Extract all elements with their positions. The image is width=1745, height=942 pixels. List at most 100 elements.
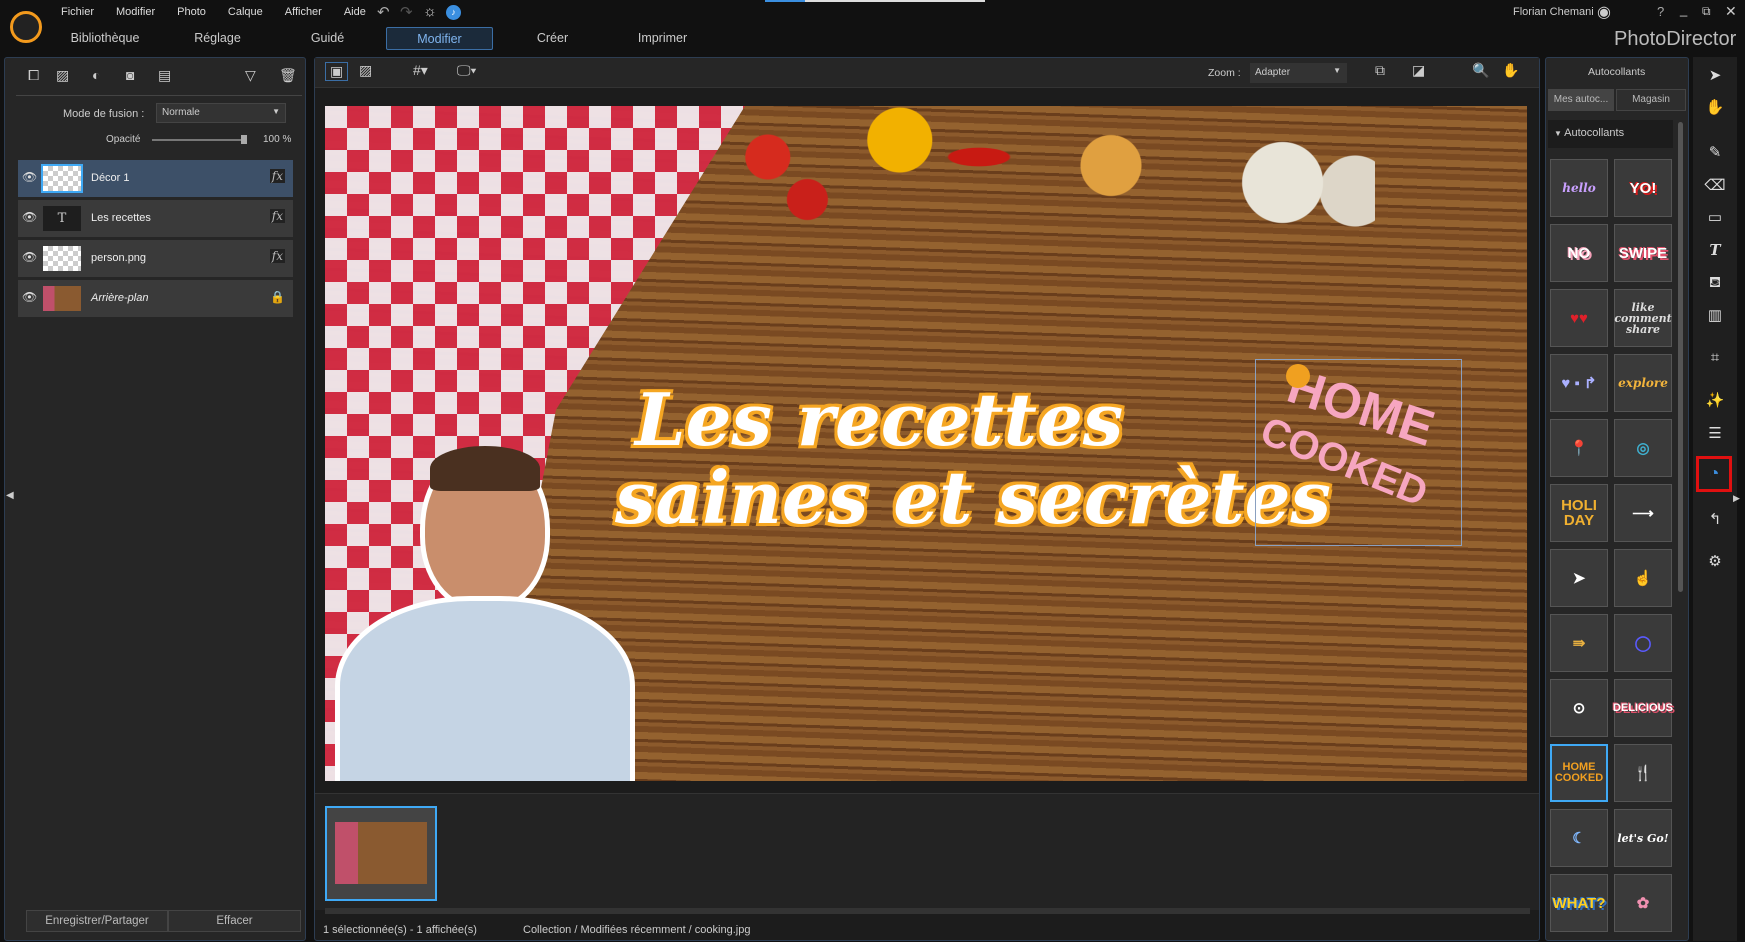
user-name[interactable]: Florian Chemani [1513, 6, 1594, 18]
tab-modifier[interactable]: Modifier [386, 27, 493, 50]
opacity-slider[interactable] [152, 135, 247, 144]
fx-icon[interactable]: fx [269, 249, 285, 263]
sticker-item[interactable]: ⊙ [1550, 679, 1608, 737]
photo-canvas[interactable]: Les recettes saines et secrètes HOME COO… [325, 106, 1527, 781]
sticker-item[interactable]: DELICIOUS [1613, 679, 1673, 737]
sticker-item[interactable]: 🍴 [1614, 744, 1672, 802]
sticker-item[interactable]: HOLI DAY [1550, 484, 1608, 542]
rotate-icon[interactable]: ⧉ [1375, 62, 1385, 79]
fill-tool-icon[interactable]: ⛾ [1702, 274, 1728, 293]
sticker-item[interactable]: ♥ ▪ ↱ [1550, 354, 1608, 412]
selected-sticker[interactable]: HOME COOKED [1254, 357, 1462, 546]
opacity-handle[interactable] [241, 135, 247, 144]
eraser-tool-icon[interactable]: ⌫ [1702, 176, 1728, 194]
crop-tool-icon[interactable]: ⌗ [1702, 349, 1728, 366]
filter-icon[interactable]: ▽ [245, 67, 256, 84]
zoom-tool-icon[interactable]: 🔍 [1472, 62, 1489, 79]
magic-wand-icon[interactable]: ✨ [1702, 391, 1728, 409]
layer-decor[interactable]: 👁 Décor 1 fx [18, 160, 293, 197]
menu-aide[interactable]: Aide [344, 6, 366, 18]
stickers-scrollbar[interactable] [1678, 122, 1683, 592]
restore-icon[interactable]: ⧉ [1702, 4, 1711, 19]
fx-icon[interactable]: fx [269, 209, 285, 223]
sticker-item[interactable]: hello [1550, 159, 1608, 217]
tab-bibliotheque[interactable]: Bibliothèque [55, 27, 155, 50]
add-image-icon[interactable]: ▨ [56, 67, 69, 84]
user-icon[interactable]: ◉ [1597, 2, 1611, 22]
sticker-item[interactable]: ⟶ [1614, 484, 1672, 542]
tab-guide[interactable]: Guidé [280, 27, 375, 50]
sticker-item[interactable]: SWIPE [1614, 224, 1672, 282]
eye-icon[interactable]: 👁 [22, 210, 37, 224]
pencil-tool-icon[interactable]: ✎ [1702, 143, 1728, 161]
view-compare-icon[interactable]: ▨ [355, 62, 376, 79]
sticker-item[interactable]: NO [1550, 224, 1608, 282]
fx-icon[interactable]: fx [269, 169, 285, 183]
sticker-item[interactable]: ◎ [1614, 419, 1672, 477]
sticker-item[interactable]: YO! [1614, 159, 1672, 217]
mask-icon[interactable]: ◙ [126, 67, 134, 83]
eye-icon[interactable]: 👁 [22, 170, 37, 184]
gradient-tool-icon[interactable]: ▥ [1702, 306, 1728, 324]
filmstrip-scrollbar[interactable] [325, 908, 1530, 914]
new-layer-icon[interactable]: ⧠ [28, 67, 39, 84]
lock-icon[interactable]: 🔒 [270, 290, 285, 304]
adjustment-icon[interactable]: ◐ [92, 67, 100, 83]
menu-afficher[interactable]: Afficher [285, 6, 322, 18]
sticker-item[interactable]: ➤ [1550, 549, 1608, 607]
layer-person[interactable]: 👁 person.png fx [18, 240, 293, 277]
notification-icon[interactable]: ♪ [446, 5, 461, 20]
delete-icon[interactable]: 🗑 [279, 67, 297, 84]
select-tool-icon[interactable]: ➤ [1702, 66, 1728, 84]
sticker-item[interactable]: 📍 [1550, 419, 1608, 477]
expand-right-icon[interactable]: ▶ [1733, 493, 1740, 504]
sticker-item[interactable]: ⇛ [1550, 614, 1608, 672]
flip-icon[interactable]: ◪ [1412, 62, 1425, 79]
tab-store[interactable]: Magasin [1616, 89, 1686, 111]
menu-modifier[interactable]: Modifier [116, 6, 155, 18]
eye-icon[interactable]: 👁 [22, 290, 37, 304]
brush-tool-icon[interactable]: ✋ [1702, 98, 1728, 116]
sticker-tool-button[interactable]: ◔ [1696, 456, 1732, 492]
sticker-item[interactable]: ☾ [1550, 809, 1608, 867]
menu-fichier[interactable]: Fichier [61, 6, 94, 18]
display-icon[interactable]: 🖵▾ [457, 62, 476, 79]
layer-text[interactable]: 👁 T Les recettes fx [18, 200, 293, 237]
settings-icon[interactable]: ☼ [423, 3, 437, 20]
sticker-item[interactable]: ♥♥ [1550, 289, 1608, 347]
menu-photo[interactable]: Photo [177, 6, 206, 18]
undo-icon[interactable]: ↶ [377, 3, 390, 21]
sticker-item[interactable]: HOME COOKED [1550, 744, 1608, 802]
minimize-icon[interactable]: _ [1680, 2, 1687, 17]
grid-icon[interactable]: #▾ [413, 62, 428, 79]
zoom-select[interactable]: Adapter ▼ [1250, 63, 1347, 83]
layer-background[interactable]: 👁 Arrière-plan 🔒 [18, 280, 293, 317]
help-icon[interactable]: ? [1657, 4, 1664, 19]
eye-icon[interactable]: 👁 [22, 250, 37, 264]
text-tool-icon[interactable]: T [1702, 241, 1728, 259]
filmstrip-thumbnail[interactable] [325, 806, 437, 901]
rectangle-tool-icon[interactable]: ▭ [1702, 208, 1728, 226]
tab-creer[interactable]: Créer [505, 27, 600, 50]
sticker-item[interactable]: ◯ [1614, 614, 1672, 672]
blend-mode-select[interactable]: Normale ▼ [156, 103, 286, 123]
close-icon[interactable]: ✕ [1725, 3, 1737, 20]
menu-calque[interactable]: Calque [228, 6, 263, 18]
hand-tool-icon[interactable]: ✋ [1502, 62, 1519, 79]
settings-tool-icon[interactable]: ⚙ [1702, 552, 1728, 570]
tab-reglage[interactable]: Réglage [170, 27, 265, 50]
sticker-item[interactable]: ☝ [1614, 549, 1672, 607]
stickers-section-header[interactable]: ▼ Autocollants [1548, 120, 1673, 148]
sticker-item[interactable]: WHAT? [1550, 874, 1608, 932]
view-single-icon[interactable]: ▣ [325, 62, 349, 81]
redo-icon[interactable]: ↷ [400, 3, 413, 21]
tab-my-stickers[interactable]: Mes autoc... [1548, 89, 1614, 111]
transform-tool-icon[interactable]: ↰ [1702, 510, 1728, 528]
sticker-item[interactable]: explore [1614, 354, 1672, 412]
sticker-item[interactable]: ✿ [1614, 874, 1672, 932]
layer-options-icon[interactable]: ▤ [158, 67, 171, 84]
save-share-button[interactable]: Enregistrer/Partager [26, 910, 168, 932]
sticker-item[interactable]: let's Go! [1614, 809, 1672, 867]
collapse-left-icon[interactable]: ◀ [6, 490, 14, 501]
tab-imprimer[interactable]: Imprimer [615, 27, 710, 50]
